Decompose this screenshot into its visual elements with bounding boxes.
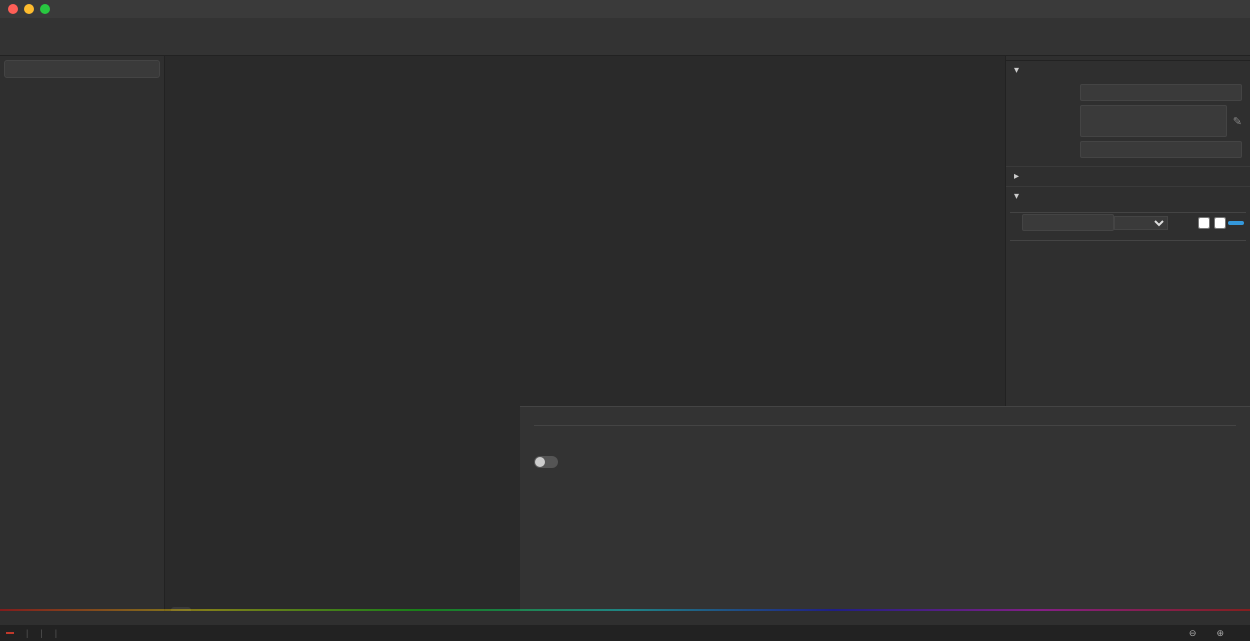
sidebar: ⋯ ▭ [0, 56, 165, 611]
statusbar: | | | ⊖ ⊕ [0, 625, 1250, 641]
table-desc-input[interactable] [1080, 105, 1227, 137]
new-col-pk-checkbox[interactable] [1198, 217, 1210, 229]
new-col-type-select[interactable] [1114, 216, 1168, 230]
toolbar [0, 18, 1250, 56]
chevron-down-icon: ▾ [1014, 65, 1019, 76]
chevron-right-icon: ▸ [1014, 171, 1019, 182]
minimize-window-button[interactable] [24, 4, 34, 14]
bottom-panel [520, 406, 1250, 611]
section-specifics-header[interactable]: ▸ [1006, 167, 1250, 186]
canvas-statusbar [0, 611, 1250, 625]
zoom-window-button[interactable] [40, 4, 50, 14]
section-table-header[interactable]: ▾ [1006, 61, 1250, 80]
close-window-button[interactable] [8, 4, 18, 14]
chevron-down-icon: ▾ [1014, 191, 1019, 202]
add-column-button[interactable] [1228, 221, 1244, 225]
titlebar [0, 0, 1250, 18]
new-col-nn-checkbox[interactable] [1214, 217, 1226, 229]
window-controls [8, 4, 50, 14]
sidebar-filter-input[interactable] [4, 60, 160, 78]
section-columns-header[interactable]: ▾ [1006, 187, 1250, 206]
edit-icon[interactable]: ✎ [1233, 115, 1242, 128]
table-estsize-input[interactable] [1080, 141, 1242, 158]
unsaved-badge [6, 632, 14, 634]
lock-dimensions-toggle[interactable] [534, 456, 558, 468]
new-col-name-input[interactable] [1022, 214, 1114, 231]
zoom-in-icon[interactable]: ⊕ [1216, 628, 1224, 639]
zoom-out-icon[interactable]: ⊖ [1189, 628, 1197, 639]
table-name-input[interactable] [1080, 84, 1242, 101]
